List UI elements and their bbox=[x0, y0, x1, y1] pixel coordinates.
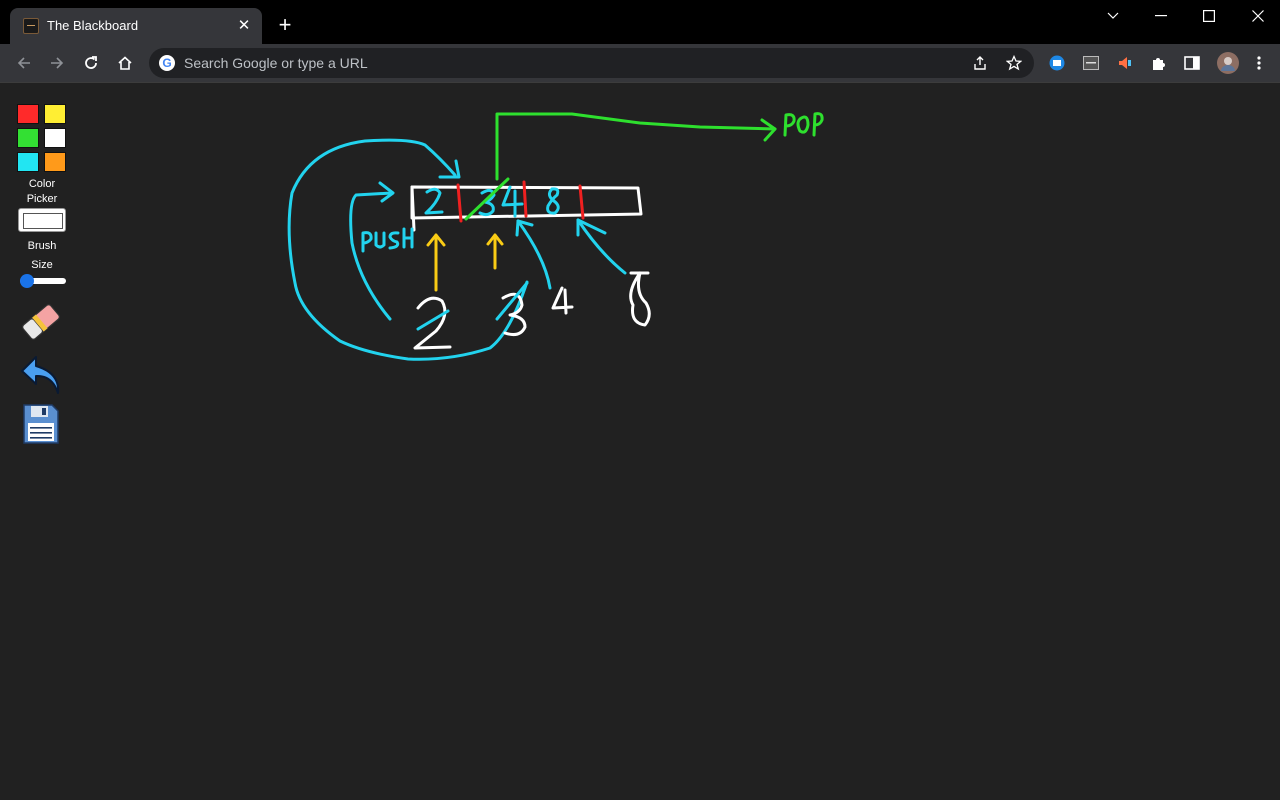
push-arrow-stroke bbox=[349, 191, 394, 321]
yellow-arrow-1-stroke bbox=[426, 233, 446, 292]
separator-stroke-1 bbox=[456, 183, 463, 223]
omnibox[interactable]: G Search Google or type a URL bbox=[149, 48, 1034, 78]
browser-tab[interactable]: The Blackboard ✕ bbox=[10, 8, 262, 44]
red-swatch[interactable] bbox=[17, 104, 39, 124]
cyan-arrow-to-4-stroke bbox=[516, 219, 552, 290]
digit-2-in-array-stroke bbox=[424, 187, 444, 215]
digit-8-in-array-stroke bbox=[546, 187, 560, 215]
color-picker-label-line2: Picker bbox=[26, 193, 58, 205]
large-digit-4-stroke bbox=[551, 286, 574, 315]
home-icon[interactable] bbox=[112, 50, 138, 76]
slider-thumb[interactable] bbox=[20, 274, 34, 288]
extensions-puzzle-icon[interactable] bbox=[1150, 54, 1168, 72]
profile-avatar-icon[interactable] bbox=[1217, 52, 1239, 74]
close-tab-icon[interactable]: ✕ bbox=[234, 16, 254, 36]
pop-path-stroke bbox=[495, 112, 777, 181]
extension-window-icon[interactable] bbox=[1082, 54, 1100, 72]
eraser-icon[interactable] bbox=[18, 300, 64, 344]
blackboard-favicon-icon bbox=[23, 18, 39, 34]
back-arrow-icon[interactable] bbox=[11, 50, 37, 76]
loop-arrow-stroke bbox=[287, 138, 529, 361]
array-box-end-stroke bbox=[410, 185, 416, 232]
browser-toolbar: G Search Google or type a URL bbox=[0, 44, 1280, 82]
tool-sidebar: Color Picker Brush Size bbox=[0, 83, 84, 483]
close-window-icon[interactable] bbox=[1233, 0, 1280, 32]
cyan-swatch[interactable] bbox=[17, 152, 39, 172]
separator-stroke-3 bbox=[578, 184, 585, 220]
new-tab-plus-icon[interactable]: + bbox=[273, 13, 297, 37]
save-floppy-icon[interactable] bbox=[18, 403, 64, 447]
brush-size-slider[interactable] bbox=[20, 274, 66, 288]
drawing-canvas[interactable] bbox=[0, 83, 1280, 800]
forward-arrow-icon[interactable] bbox=[44, 50, 70, 76]
minimize-icon[interactable] bbox=[1136, 0, 1186, 32]
yellow-swatch[interactable] bbox=[44, 104, 66, 124]
tab-title: The Blackboard bbox=[47, 18, 139, 33]
yellow-arrow-2-stroke bbox=[486, 233, 504, 270]
reload-icon[interactable] bbox=[78, 50, 104, 76]
maximize-icon[interactable] bbox=[1184, 0, 1234, 32]
blackboard-canvas-area[interactable]: Color Picker Brush Size bbox=[0, 83, 1280, 800]
share-icon[interactable] bbox=[971, 54, 989, 72]
pop-label-stroke bbox=[783, 112, 824, 137]
brush-size-label-line2: Size bbox=[31, 259, 53, 271]
brush-size-label-line1: Brush bbox=[27, 240, 57, 252]
color-picker-input[interactable] bbox=[18, 208, 66, 232]
green-swatch[interactable] bbox=[17, 128, 39, 148]
extension-speaker-icon[interactable] bbox=[1116, 54, 1134, 72]
large-digit-2-stroke bbox=[413, 296, 452, 350]
tab-search-chevron-icon[interactable] bbox=[1088, 0, 1138, 32]
bookmark-star-icon[interactable] bbox=[1005, 54, 1023, 72]
chrome-menu-icon[interactable] bbox=[1250, 54, 1268, 72]
extension-blue-icon[interactable] bbox=[1048, 54, 1066, 72]
orange-swatch[interactable] bbox=[44, 152, 66, 172]
omnibox-placeholder: Search Google or type a URL bbox=[184, 55, 368, 71]
color-picker-label-line1: Color bbox=[28, 178, 56, 190]
digit-4-in-array-stroke bbox=[501, 185, 524, 218]
undo-arrow-icon[interactable] bbox=[18, 353, 64, 397]
push-label-stroke bbox=[361, 227, 414, 253]
cyan-arrow-to-8-stroke bbox=[576, 218, 627, 275]
large-digit-8-stroke bbox=[629, 271, 651, 327]
white-swatch[interactable] bbox=[44, 128, 66, 148]
side-panel-icon[interactable] bbox=[1183, 54, 1201, 72]
browser-titlebar: The Blackboard ✕ + bbox=[0, 0, 1280, 44]
google-icon: G bbox=[159, 55, 175, 71]
separator-stroke-2 bbox=[522, 180, 528, 218]
